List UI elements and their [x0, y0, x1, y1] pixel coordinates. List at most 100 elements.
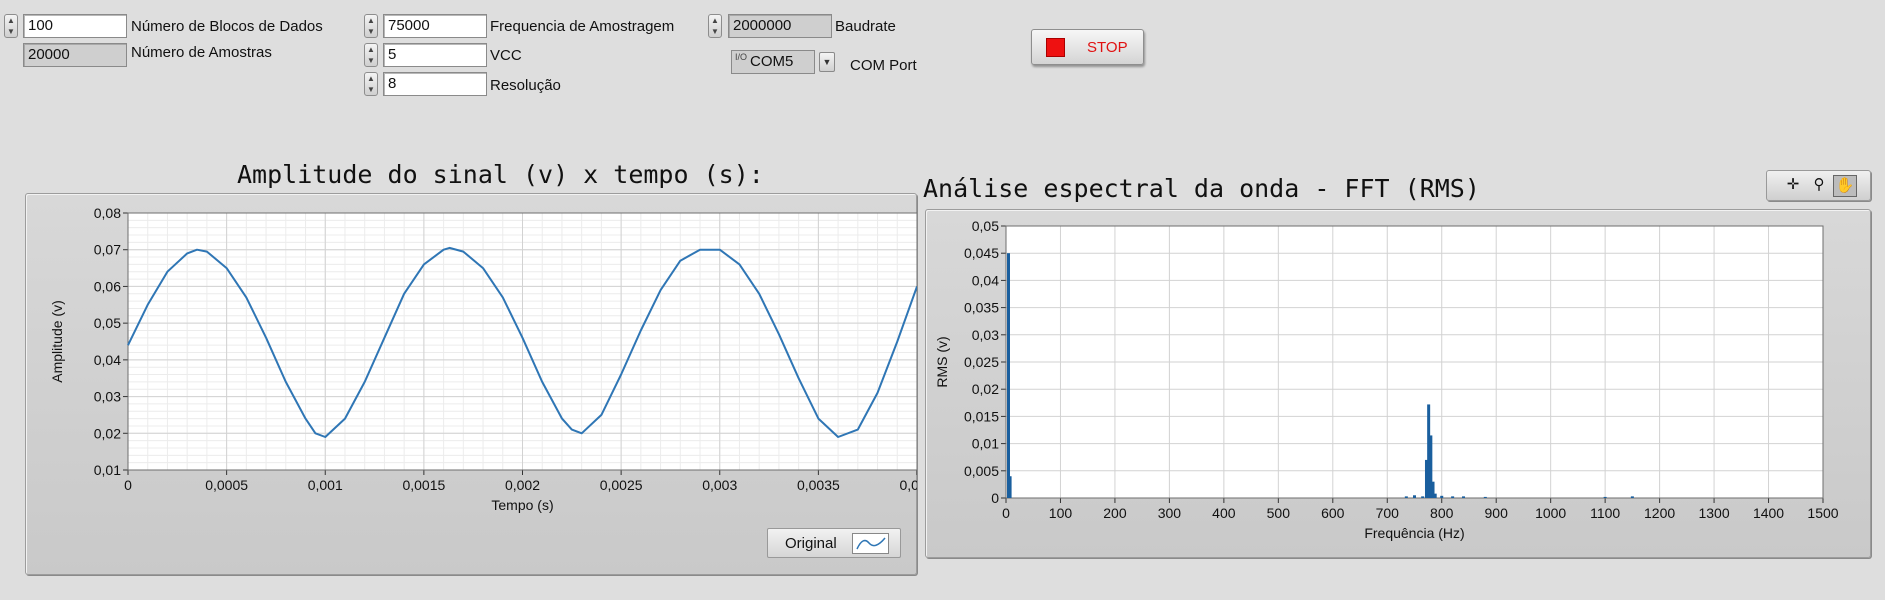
resolucao-label: Resolução [490, 77, 561, 94]
blocos-label: Número de Blocos de Dados [131, 18, 323, 35]
x-axis-label: Tempo (s) [491, 497, 553, 513]
legend[interactable]: Original [767, 528, 901, 558]
y-tick-label: 0,01 [94, 462, 121, 478]
y-tick-label: 0,015 [964, 408, 999, 424]
y-tick-label: 0,03 [972, 327, 999, 343]
freq-input[interactable]: 75000 [383, 14, 487, 38]
stop-button[interactable]: STOP [1031, 29, 1144, 65]
x-tick-label: 0,0015 [402, 477, 445, 493]
x-axis-label: Frequência (Hz) [1364, 525, 1464, 541]
fft-bar [1413, 495, 1416, 498]
vcc-spinner[interactable]: ▲ ▼ [364, 43, 378, 67]
time-chart-title: Amplitude do sinal (v) x tempo (s): [237, 160, 764, 189]
x-tick-label: 900 [1485, 505, 1509, 521]
x-tick-label: 0 [124, 477, 132, 493]
spin-down-icon[interactable]: ▼ [5, 26, 17, 37]
zoom-icon[interactable]: ⚲ [1807, 175, 1831, 197]
x-tick-label: 200 [1103, 505, 1127, 521]
io-icon: I/O [735, 52, 748, 62]
x-tick-label: 1000 [1535, 505, 1566, 521]
x-tick-label: 100 [1049, 505, 1073, 521]
fft-chart[interactable]: 0 100 200 300 400 500 600 700 800 900 1000 1100 1200… [925, 209, 1871, 558]
freq-spinner[interactable]: ▲ ▼ [364, 14, 378, 38]
time-chart[interactable]: 0 0,0005 0,001 0,0015 0,002 0,0025 0,003 0,0035… [25, 193, 917, 575]
x-tick-label: 0,001 [308, 477, 343, 493]
y-tick-label: 0,05 [94, 315, 121, 331]
fft-bar [1462, 496, 1466, 498]
spin-down-icon[interactable]: ▼ [365, 55, 377, 66]
amostras-indicator: 20000 [23, 43, 127, 67]
amostras-label: Número de Amostras [131, 44, 272, 61]
crosshair-icon[interactable]: ✛ [1781, 175, 1805, 197]
blocos-spinner[interactable]: ▲ ▼ [4, 14, 18, 38]
y-tick-label: 0,025 [964, 354, 999, 370]
x-tick-label: 0,002 [505, 477, 540, 493]
baudrate-label: Baudrate [835, 18, 896, 35]
fft-bar [1421, 496, 1425, 498]
y-tick-label: 0,04 [972, 272, 999, 288]
spin-up-icon[interactable]: ▲ [5, 15, 17, 26]
blocos-input[interactable]: 100 [23, 14, 127, 38]
baudrate-input[interactable]: 2000000 [728, 14, 832, 38]
fft-bar [1007, 323, 1010, 498]
x-tick-label: 1300 [1698, 505, 1729, 521]
fft-bar [1404, 496, 1408, 498]
freq-label: Frequencia de Amostragem [490, 18, 675, 35]
baudrate-spinner[interactable]: ▲ ▼ [708, 14, 722, 38]
legend-label: Original [785, 535, 837, 552]
x-tick-label: 0,0025 [600, 477, 643, 493]
y-axis-label: Amplitude (v) [49, 300, 65, 382]
y-tick-label: 0,02 [972, 381, 999, 397]
com-port-value: COM5 [750, 53, 794, 70]
fft-bar [1603, 496, 1607, 498]
stop-icon [1046, 38, 1065, 57]
fft-bar [1433, 493, 1437, 498]
vcc-input[interactable]: 5 [383, 43, 487, 67]
spin-up-icon[interactable]: ▲ [365, 73, 377, 84]
x-tick-label: 1200 [1644, 505, 1675, 521]
y-tick-label: 0,05 [972, 218, 999, 234]
y-tick-label: 0,035 [964, 300, 999, 316]
fft-bar [1008, 476, 1012, 498]
x-tick-label: 800 [1430, 505, 1454, 521]
fft-bar [1483, 496, 1487, 498]
fft-bar [1451, 496, 1455, 498]
y-tick-label: 0,01 [972, 436, 999, 452]
y-tick-label: 0,07 [94, 242, 121, 258]
x-tick-label: 1400 [1753, 505, 1784, 521]
x-tick-label: 0,003 [702, 477, 737, 493]
com-port-select[interactable]: I/O COM5 [731, 50, 815, 74]
graph-palette: ✛ ⚲ ✋ [1766, 170, 1871, 201]
resolucao-input[interactable]: 8 [383, 72, 487, 96]
com-port-label: COM Port [850, 57, 917, 74]
chevron-down-icon[interactable]: ▼ [819, 52, 835, 72]
vcc-label: VCC [490, 47, 522, 64]
legend-swatch-icon [852, 533, 889, 554]
fft-bar [1630, 496, 1634, 498]
x-tick-label: 0,004 [899, 477, 917, 493]
y-tick-label: 0 [991, 490, 999, 506]
x-tick-label: 500 [1267, 505, 1291, 521]
spin-down-icon[interactable]: ▼ [365, 26, 377, 37]
x-tick-label: 0,0005 [205, 477, 248, 493]
spin-down-icon[interactable]: ▼ [709, 26, 721, 37]
y-tick-label: 0,005 [964, 463, 999, 479]
y-tick-label: 0,02 [94, 425, 121, 441]
spin-up-icon[interactable]: ▲ [365, 15, 377, 26]
y-tick-label: 0,04 [94, 352, 121, 368]
spin-down-icon[interactable]: ▼ [365, 84, 377, 95]
fft-bar [1440, 495, 1444, 498]
x-tick-label: 400 [1212, 505, 1236, 521]
y-tick-label: 0,08 [94, 205, 121, 221]
x-tick-label: 700 [1376, 505, 1400, 521]
resolucao-spinner[interactable]: ▲ ▼ [364, 72, 378, 96]
y-axis-label: RMS (v) [934, 336, 950, 387]
spin-up-icon[interactable]: ▲ [365, 44, 377, 55]
hand-icon[interactable]: ✋ [1833, 175, 1857, 197]
x-tick-label: 1100 [1590, 505, 1620, 521]
fft-chart-title: Análise espectral da onda - FFT (RMS) [923, 174, 1480, 203]
x-tick-label: 0 [1002, 505, 1010, 521]
y-tick-label: 0,06 [94, 278, 121, 294]
stop-button-label: STOP [1087, 39, 1128, 56]
spin-up-icon[interactable]: ▲ [709, 15, 721, 26]
